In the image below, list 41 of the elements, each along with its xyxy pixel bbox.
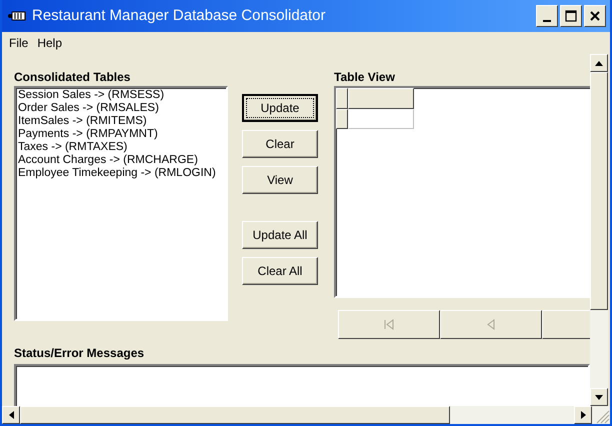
maximize-icon	[565, 10, 577, 22]
status-box[interactable]	[14, 364, 590, 406]
scroll-thumb[interactable]	[20, 406, 450, 424]
close-icon	[590, 11, 600, 21]
list-item[interactable]: Taxes -> (RMTAXES)	[18, 141, 224, 154]
list-item[interactable]: Employee Timekeeping -> (RMLOGIN)	[18, 167, 224, 180]
scroll-up-icon	[595, 60, 603, 66]
section-label: Consolidated Tables	[14, 69, 132, 84]
column-header	[348, 88, 414, 109]
close-button[interactable]	[584, 5, 606, 27]
action-button[interactable]: View	[242, 166, 318, 194]
table-grid[interactable]	[334, 86, 590, 298]
grid-cell	[348, 109, 414, 129]
horizontal-scrollbar[interactable]	[2, 406, 610, 424]
minimize-icon	[543, 20, 551, 22]
scroll-thumb[interactable]	[590, 72, 608, 310]
maximize-button[interactable]	[560, 5, 582, 27]
menu-item[interactable]: File	[6, 34, 34, 52]
section-label: Status/Error Messages	[14, 345, 146, 360]
list-item[interactable]: Payments -> (RMPAYMNT)	[18, 128, 224, 141]
list-item[interactable]: Session Sales -> (RMSESS)	[18, 89, 224, 102]
action-button[interactable]: Update	[242, 94, 318, 122]
scroll-right-icon	[580, 411, 586, 419]
row-header	[336, 109, 348, 129]
app-icon	[8, 11, 26, 21]
first-record-icon	[382, 318, 396, 331]
action-button[interactable]: Clear All	[242, 257, 318, 285]
list-item[interactable]: Order Sales -> (RMSALES)	[18, 102, 224, 115]
minimize-button[interactable]	[536, 5, 558, 27]
scroll-down-icon	[595, 394, 603, 400]
window-title: Restaurant Manager Database Consolidator	[32, 6, 327, 26]
section-label: Table View	[334, 69, 396, 84]
list-item[interactable]: ItemSales -> (RMITEMS)	[18, 115, 224, 128]
action-button[interactable]: Update All	[242, 221, 318, 249]
tables-list[interactable]: Session Sales -> (RMSESS) Order Sales -> (RMSALES) ItemSales -> (RMITEMS) Payments -> (RMPAYMNT) Taxes -> (RMTAXES) Account Charges -> (RMCHARGE) Employee Timekeeping -> (RMLOGIN)	[14, 86, 228, 321]
scroll-left-icon	[8, 411, 14, 419]
menu-item[interactable]: Help	[34, 34, 68, 52]
action-button[interactable]: Clear	[242, 130, 318, 158]
row-header	[336, 88, 348, 109]
list-item[interactable]: Account Charges -> (RMCHARGE)	[18, 154, 224, 167]
vertical-scrollbar[interactable]	[590, 54, 608, 406]
